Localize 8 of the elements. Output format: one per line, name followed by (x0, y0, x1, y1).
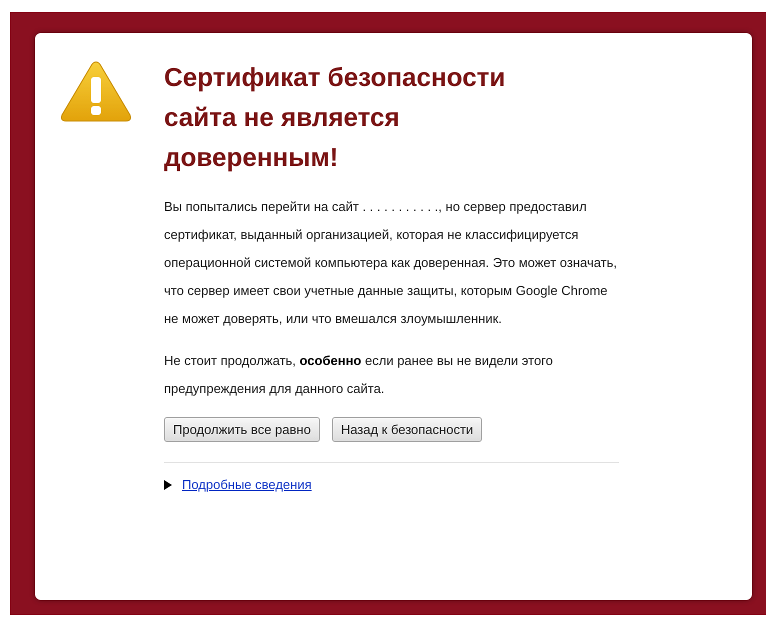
expander-icon[interactable] (164, 480, 172, 490)
warning-icon (60, 59, 132, 123)
warning-paragraph: Не стоит продолжать, особенно если ранее вы не видели этого предупреждения для данного сайта. (164, 352, 554, 398)
warning-title: Сертификат безопасности сайта не является доверенным! (164, 61, 506, 174)
warning-paragraph: Вы попытались перейти на сайт . . . . . . . . . . ., но сервер предоставил сертификат, выданный организацией, которая не классифицируется операционной системой компьютера как доверенная. Это может означать, что сервер имеет свои учетные данные защиты, которым Google Chrome не может доверять, или что вмешался злоумышленник. (164, 198, 618, 328)
action-button[interactable]: Продолжить все равно (164, 417, 320, 442)
details-link[interactable]: Подробные сведения (182, 477, 312, 492)
action-button[interactable]: Назад к безопасности (332, 417, 482, 442)
